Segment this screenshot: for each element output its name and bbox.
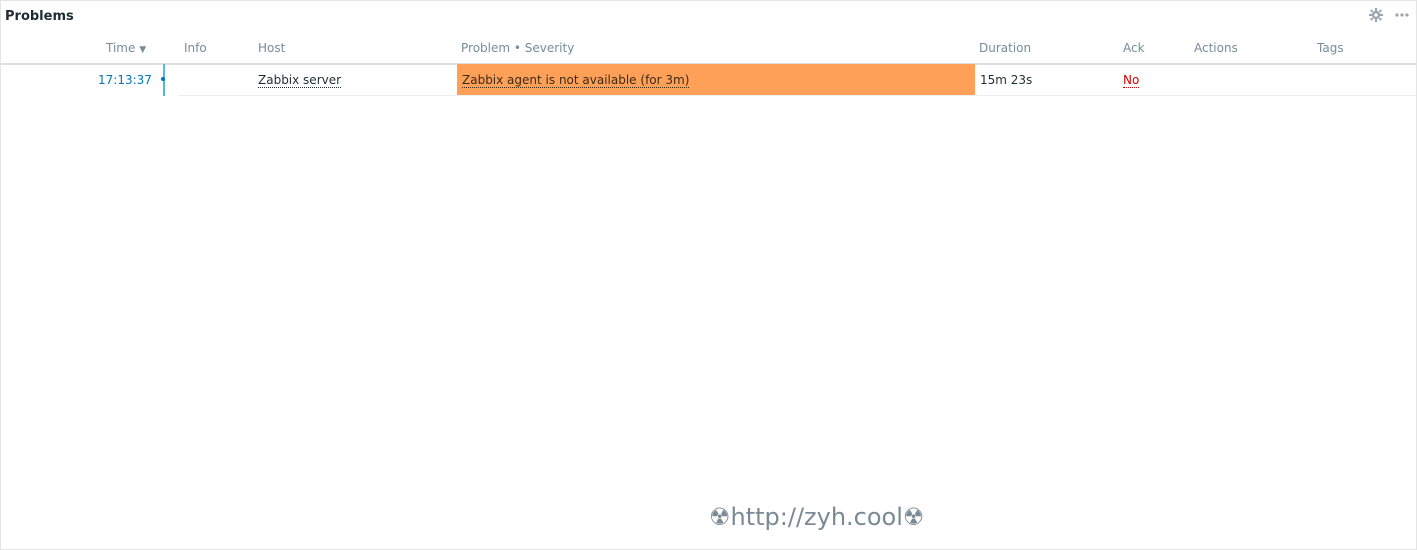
more-options-icon[interactable] <box>1394 7 1410 23</box>
column-header-problem-severity[interactable]: Problem • Severity <box>461 41 574 55</box>
problem-name-link[interactable]: Zabbix agent is not available (for 3m) <box>462 73 690 88</box>
acknowledge-link[interactable]: No <box>1123 73 1140 88</box>
row-divider <box>179 95 1416 96</box>
problems-widget: Problems Time ▼ Info Host Problem • Seve… <box>0 0 1417 550</box>
problem-time-cell: 17:13:37 <box>98 73 152 87</box>
problem-time-link[interactable]: 17:13:37 <box>98 73 152 87</box>
column-header-time-label: Time <box>106 41 136 55</box>
column-header-info: Info <box>184 41 207 55</box>
timeline-dot <box>161 77 165 81</box>
column-header-ack: Ack <box>1123 41 1145 55</box>
host-link[interactable]: Zabbix server <box>258 73 342 88</box>
gear-icon[interactable] <box>1368 7 1384 23</box>
column-header-time[interactable]: Time ▼ <box>106 41 146 55</box>
column-header-actions: Actions <box>1194 41 1238 55</box>
column-header-host[interactable]: Host <box>258 41 285 55</box>
problem-severity-cell: Zabbix agent is not available (for 3m) <box>457 64 975 95</box>
problem-ack-cell: No <box>1123 73 1140 88</box>
watermark-text: ☢http://zyh.cool☢ <box>709 503 925 531</box>
problem-host-cell: Zabbix server <box>258 73 342 88</box>
column-header-duration: Duration <box>979 41 1032 55</box>
widget-header-controls <box>1368 7 1410 23</box>
column-header-tags: Tags <box>1317 41 1344 55</box>
widget-header: Problems <box>1 1 1416 33</box>
widget-title: Problems <box>5 9 74 24</box>
problem-duration-cell: 15m 23s <box>980 73 1033 87</box>
sort-descending-icon: ▼ <box>139 45 147 55</box>
